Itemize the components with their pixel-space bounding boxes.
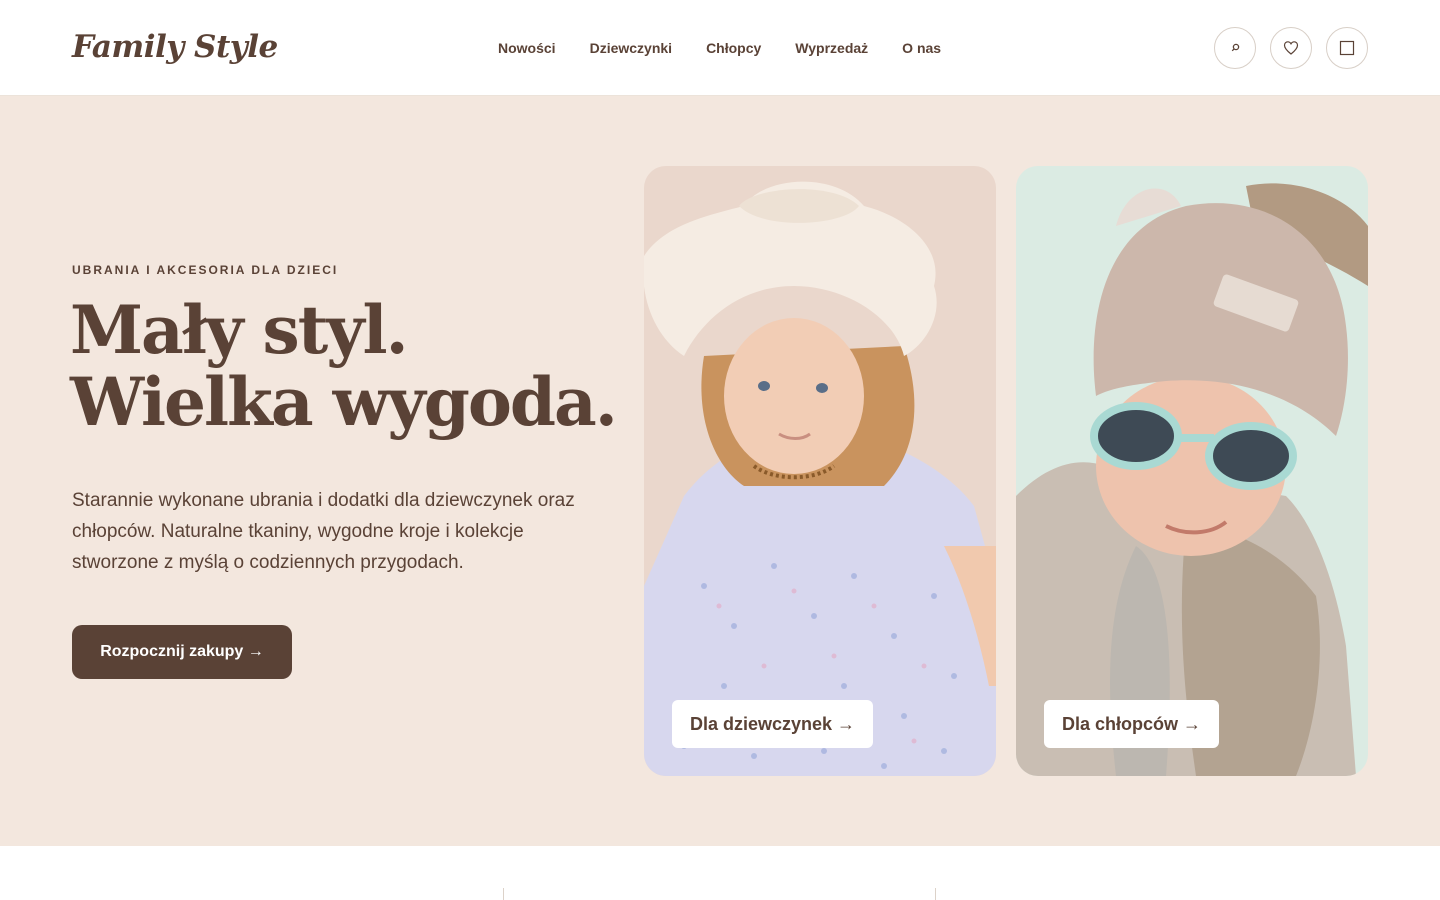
hero-headline-line1: Mały styl. (70, 291, 409, 369)
boys-category-card[interactable]: Dla chłopców → (1016, 166, 1368, 776)
divider (503, 888, 504, 900)
cart-button[interactable] (1326, 27, 1368, 69)
hero-eyebrow: UBRANIA I AKCESORIA DLA DZIECI (72, 263, 339, 277)
header-actions (1214, 27, 1368, 69)
hero-headline-line2: Wielka wygoda. (70, 363, 618, 441)
hero-headline: Mały styl. Wielka wygoda. (70, 294, 630, 438)
divider (935, 888, 936, 900)
site-header: Family Style Nowości Dziewczynki Chłopcy… (0, 0, 1440, 96)
brand-logo[interactable]: Family Style (72, 26, 278, 68)
nav-item-new[interactable]: Nowości (498, 38, 556, 58)
girl-photo (644, 181, 996, 776)
nav-item-boys[interactable]: Chłopcy (706, 38, 761, 58)
nav-item-about[interactable]: O nas (902, 38, 941, 58)
shop-boys-button[interactable]: Dla chłopców → (1044, 700, 1220, 748)
bag-icon (1339, 40, 1355, 56)
nav-item-girls[interactable]: Dziewczynki (590, 38, 672, 58)
main-nav: Nowości Dziewczynki Chłopcy Wyprzedaż O … (498, 38, 941, 58)
search-button[interactable] (1214, 27, 1256, 69)
search-icon (1231, 43, 1240, 52)
boy-photo (1016, 183, 1368, 776)
girls-category-card[interactable]: Dla dziewczynek → (644, 166, 996, 776)
features-strip (0, 846, 1440, 900)
wishlist-button[interactable] (1270, 27, 1312, 69)
heart-icon (1283, 41, 1299, 55)
nav-item-sale[interactable]: Wyprzedaż (795, 38, 868, 58)
shop-girls-button[interactable]: Dla dziewczynek → (672, 700, 874, 748)
start-shopping-button[interactable]: Rozpocznij zakupy → (72, 625, 292, 679)
hero-section: UBRANIA I AKCESORIA DLA DZIECI Mały styl… (0, 96, 1440, 846)
hero-description: Starannie wykonane ubrania i dodatki dla… (72, 490, 575, 573)
